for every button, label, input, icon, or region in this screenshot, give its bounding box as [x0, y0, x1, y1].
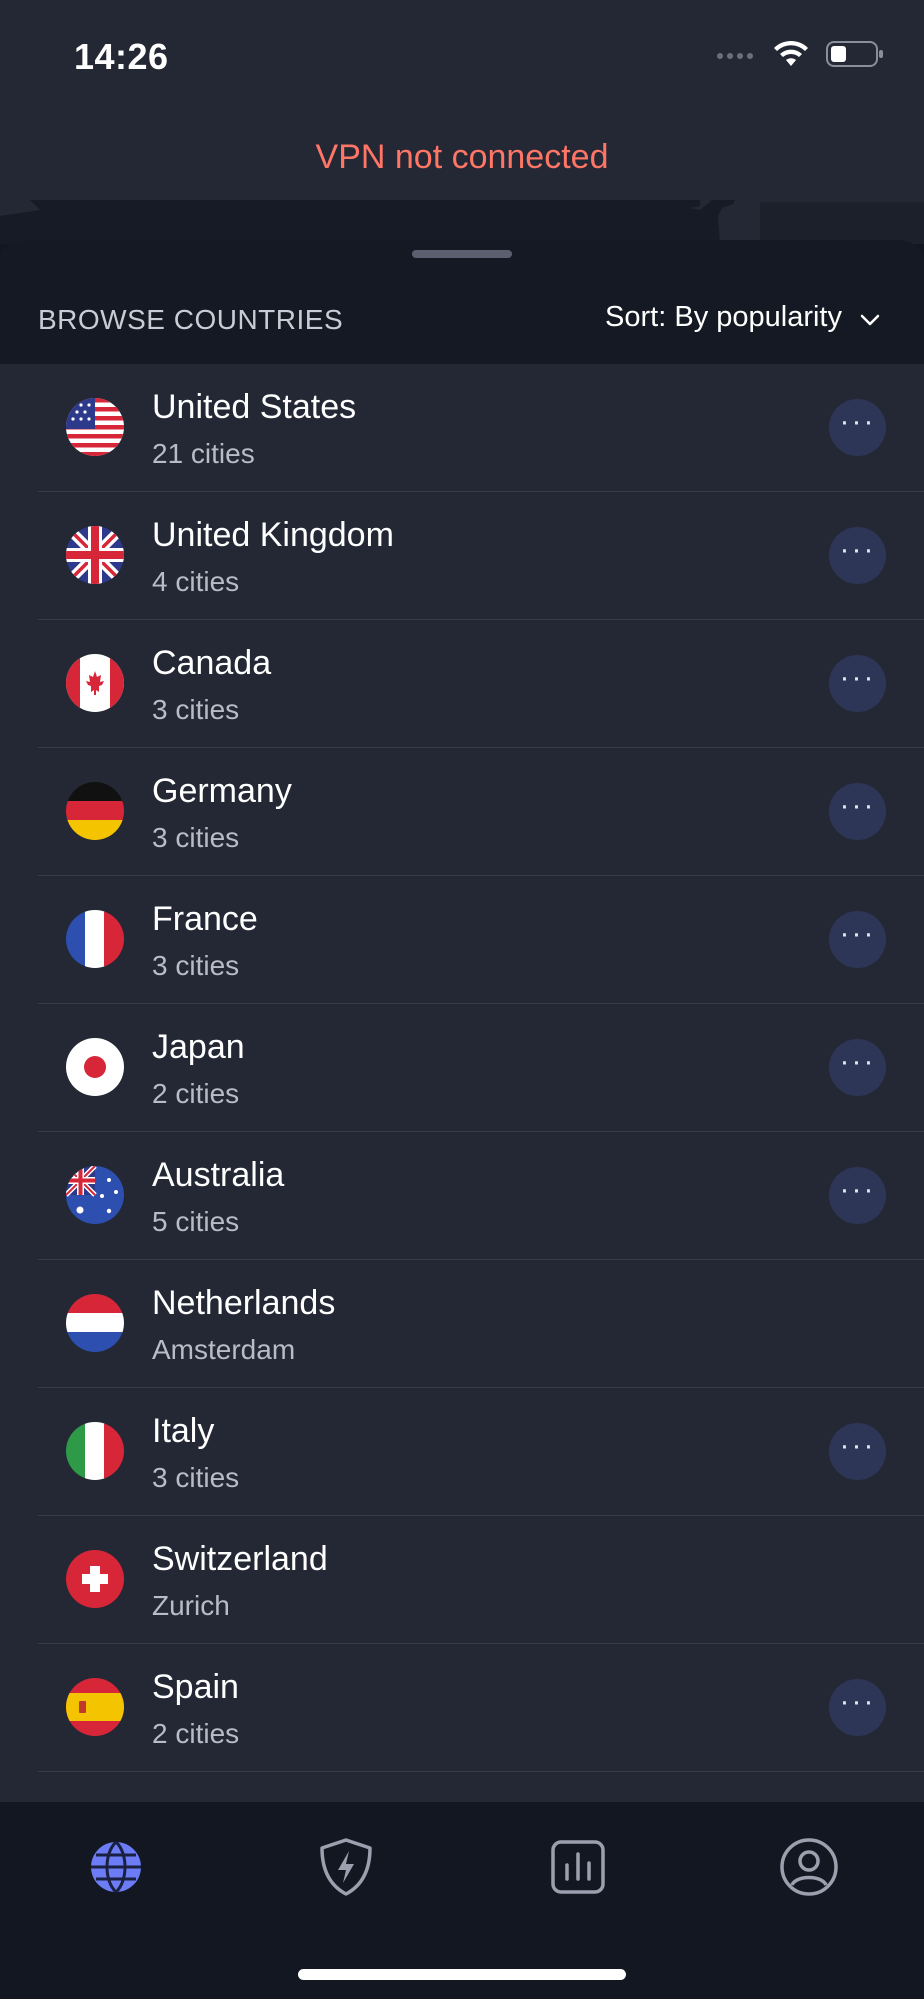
country-cities: 5 cities	[152, 1206, 240, 1237]
country-row[interactable]: Canada 3 cities ···	[38, 620, 924, 748]
country-cities: 4 cities	[152, 566, 240, 597]
country-cities: Amsterdam	[152, 1334, 296, 1365]
browse-countries-label: BROWSE COUNTRIES	[38, 304, 344, 335]
sheet-header: BROWSE COUNTRIES Sort: By popularity	[0, 240, 924, 364]
country-name: Australia	[152, 1156, 285, 1194]
sort-label: Sort: By popularity	[605, 301, 842, 333]
more-options-button[interactable]: ···	[829, 783, 886, 840]
country-name: Germany	[152, 772, 292, 810]
country-row[interactable]: Japan 2 cities ···	[38, 1004, 924, 1132]
more-icon: ···	[839, 1044, 876, 1078]
country-name: Canada	[152, 644, 272, 682]
country-row[interactable]: France 3 cities ···	[38, 876, 924, 1004]
france-flag-icon	[66, 910, 124, 968]
country-name: Switzerland	[152, 1540, 328, 1578]
more-icon: ···	[839, 532, 876, 566]
tab-stats[interactable]	[545, 1836, 611, 1902]
more-options-button[interactable]: ···	[829, 911, 886, 968]
country-row[interactable]: Netherlands Amsterdam	[38, 1260, 924, 1388]
country-name: Spain	[152, 1668, 239, 1706]
italy-flag-icon	[66, 1422, 124, 1480]
country-row[interactable]: United Kingdom 4 cities ···	[38, 492, 924, 620]
tab-profile[interactable]	[776, 1836, 842, 1902]
country-row[interactable]: Germany 3 cities ···	[38, 748, 924, 876]
stats-icon	[550, 1839, 606, 1900]
map-silhouette	[0, 200, 924, 244]
country-row[interactable]: Italy 3 cities ···	[38, 1388, 924, 1516]
tab-browse[interactable]	[83, 1836, 149, 1902]
more-options-button[interactable]: ···	[829, 1167, 886, 1224]
country-name: Netherlands	[152, 1284, 336, 1322]
more-options-button[interactable]: ···	[829, 1679, 886, 1736]
canada-flag-icon	[66, 654, 124, 712]
more-icon: ···	[839, 404, 876, 438]
shield-bolt-icon	[317, 1837, 375, 1902]
switzerland-flag-icon	[66, 1550, 124, 1608]
status-icons	[716, 40, 884, 73]
more-icon: ···	[839, 1428, 876, 1462]
status-bar: 14:26	[0, 0, 924, 110]
country-cities: 3 cities	[152, 694, 240, 725]
country-cities: 2 cities	[152, 1718, 240, 1749]
country-cities: 3 cities	[152, 822, 240, 853]
wifi-icon	[772, 40, 810, 73]
countries-sheet: BROWSE COUNTRIES Sort: By popularity Uni…	[0, 240, 924, 1802]
sort-dropdown[interactable]: Sort: By popularity	[605, 301, 880, 334]
country-cities: 2 cities	[152, 1078, 240, 1109]
profile-icon	[779, 1837, 839, 1902]
more-icon: ···	[839, 916, 876, 950]
more-icon: ···	[839, 788, 876, 822]
country-cities: 21 cities	[152, 438, 255, 469]
signal-icon	[716, 48, 756, 66]
country-name: Japan	[152, 1028, 245, 1066]
australia-flag-icon	[66, 1166, 124, 1224]
country-cities: Zurich	[152, 1590, 230, 1621]
country-row[interactable]: Switzerland Zurich	[38, 1516, 924, 1644]
more-options-button[interactable]: ···	[829, 399, 886, 456]
more-options-button[interactable]: ···	[829, 655, 886, 712]
country-cities: 3 cities	[152, 950, 240, 981]
more-icon: ···	[839, 660, 876, 694]
more-icon: ···	[839, 1172, 876, 1206]
netherlands-flag-icon	[66, 1294, 124, 1352]
spain-flag-icon	[66, 1678, 124, 1736]
status-time: 14:26	[74, 36, 169, 77]
vpn-status-text: VPN not connected	[315, 138, 609, 176]
more-icon: ···	[839, 1684, 876, 1718]
more-options-button[interactable]: ···	[829, 1039, 886, 1096]
japan-flag-icon	[66, 1038, 124, 1096]
country-list: United States 21 cities ··· United Kingdom 4…	[0, 364, 924, 1772]
country-name: United Kingdom	[152, 516, 394, 554]
country-cities: 3 cities	[152, 1462, 240, 1493]
sheet-drag-handle[interactable]	[412, 250, 512, 258]
more-options-button[interactable]: ···	[829, 1423, 886, 1480]
country-name: United States	[152, 388, 357, 426]
battery-icon	[826, 40, 884, 73]
germany-flag-icon	[66, 782, 124, 840]
tab-security[interactable]	[313, 1836, 379, 1902]
chevron-down-icon	[860, 301, 880, 334]
country-row[interactable]: Spain 2 cities ···	[38, 1644, 924, 1772]
country-name: France	[152, 900, 258, 938]
us-flag-icon	[66, 398, 124, 456]
home-indicator	[298, 1969, 626, 1980]
globe-icon	[88, 1839, 144, 1900]
country-row[interactable]: United States 21 cities ···	[38, 364, 924, 492]
country-row[interactable]: Australia 5 cities ···	[38, 1132, 924, 1260]
more-options-button[interactable]: ···	[829, 527, 886, 584]
uk-flag-icon	[66, 526, 124, 584]
country-name: Italy	[152, 1412, 215, 1450]
